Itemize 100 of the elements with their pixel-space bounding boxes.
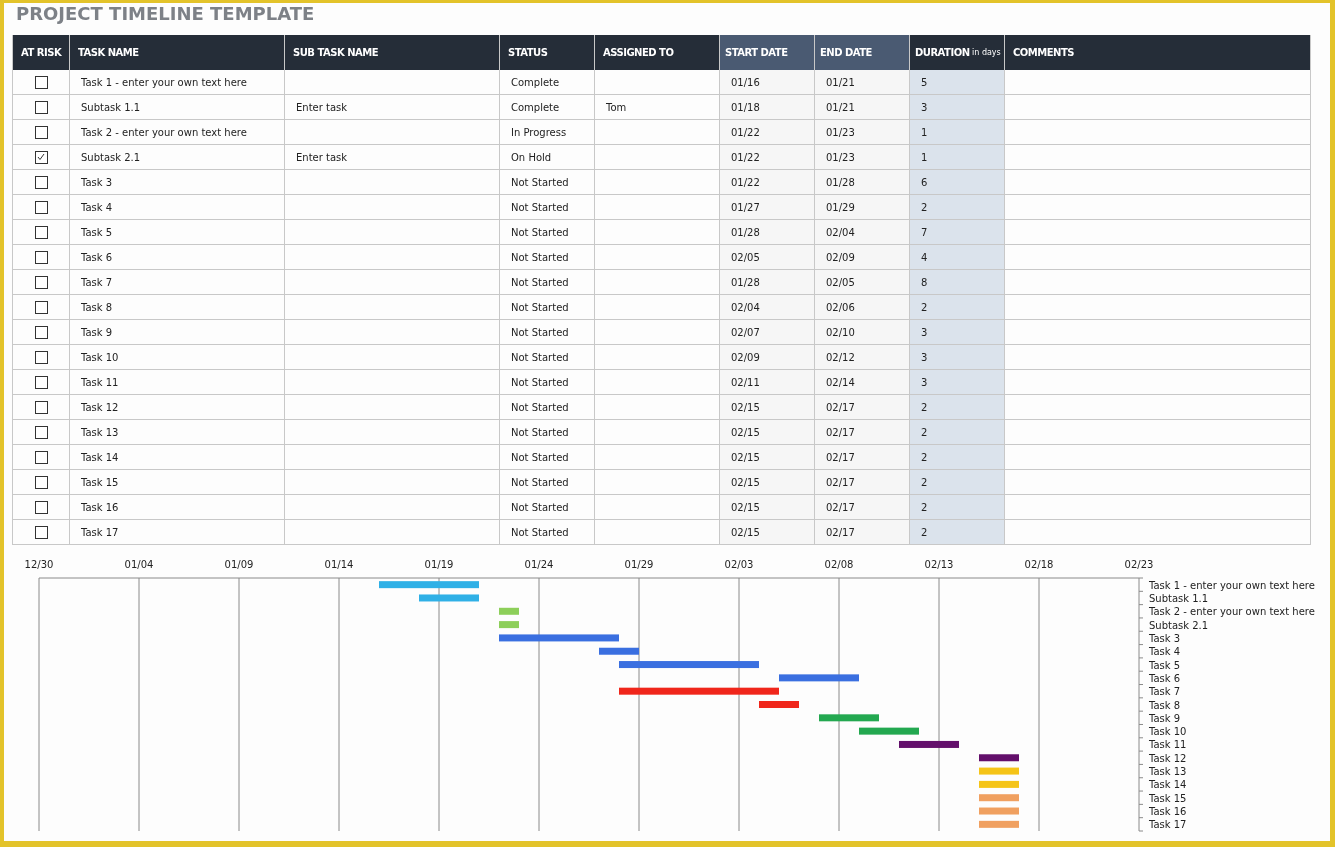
axis-label: 01/19 — [424, 559, 454, 570]
checkbox[interactable] — [34, 175, 48, 189]
table-cell: 02/12 — [815, 345, 910, 370]
checkbox[interactable] — [34, 225, 48, 239]
task-label: Task 6 — [1149, 672, 1181, 684]
table-cell: Task 8 — [70, 295, 285, 320]
table-cell: 2 — [910, 445, 1005, 470]
table-cell: Complete — [500, 70, 595, 95]
table-cell: 1 — [910, 145, 1005, 170]
table-cell: Task 5 — [70, 220, 285, 245]
table-cell: Enter task — [285, 145, 500, 170]
table-cell: 02/17 — [815, 445, 910, 470]
axis-label: 02/13 — [924, 559, 954, 570]
table-cell: 02/17 — [815, 395, 910, 420]
table-cell: 02/17 — [815, 420, 910, 445]
checkbox[interactable] — [34, 500, 48, 514]
table-cell: 02/15 — [720, 520, 815, 545]
table-cell: 02/04 — [815, 220, 910, 245]
table-cell: Task 10 — [70, 345, 285, 370]
task-label: Task 7 — [1149, 686, 1181, 698]
table-cell: 01/23 — [815, 145, 910, 170]
table-cell: 4 — [910, 245, 1005, 270]
table-cell: 2 — [910, 395, 1005, 420]
column-header: START DATE — [720, 35, 815, 70]
table-cell: Not Started — [500, 520, 595, 545]
table-cell: 2 — [910, 295, 1005, 320]
table-cell: 01/22 — [720, 120, 815, 145]
table-cell: 2 — [910, 420, 1005, 445]
column-header: STATUS — [500, 35, 595, 70]
task-label: Task 16 — [1149, 806, 1187, 818]
table-cell: 01/23 — [815, 120, 910, 145]
checkbox[interactable] — [34, 150, 48, 164]
task-label: Task 11 — [1149, 739, 1187, 751]
table-cell: 2 — [910, 195, 1005, 220]
task-label: Subtask 2.1 — [1149, 619, 1209, 631]
table-cell: Not Started — [500, 370, 595, 395]
table-cell: Not Started — [500, 420, 595, 445]
table-cell: Not Started — [500, 295, 595, 320]
table-cell: 8 — [910, 270, 1005, 295]
table-cell: 02/11 — [720, 370, 815, 395]
task-label: Task 10 — [1149, 726, 1187, 738]
table-cell: Task 12 — [70, 395, 285, 420]
table-cell: Not Started — [500, 170, 595, 195]
table-cell: 01/22 — [720, 170, 815, 195]
checkbox[interactable] — [34, 425, 48, 439]
checkbox[interactable] — [34, 300, 48, 314]
task-label: Task 4 — [1149, 646, 1181, 658]
table-cell: 01/21 — [815, 95, 910, 120]
table-cell: 02/05 — [720, 245, 815, 270]
checkbox[interactable] — [34, 325, 48, 339]
table-cell: 7 — [910, 220, 1005, 245]
checkbox[interactable] — [34, 100, 48, 114]
table-cell: 01/18 — [720, 95, 815, 120]
checkbox[interactable] — [34, 450, 48, 464]
axis-label: 01/24 — [524, 559, 554, 570]
page-title: PROJECT TIMELINE TEMPLATE — [15, 3, 315, 26]
table-cell: 02/15 — [720, 470, 815, 495]
table-cell: Task 15 — [70, 470, 285, 495]
table-cell: 01/21 — [815, 70, 910, 95]
table-cell: 01/22 — [720, 145, 815, 170]
table-cell: 01/28 — [815, 170, 910, 195]
table-cell: Task 7 — [70, 270, 285, 295]
checkbox[interactable] — [34, 525, 48, 539]
table-cell: In Progress — [500, 120, 595, 145]
table-cell: 1 — [910, 120, 1005, 145]
table-cell: 02/15 — [720, 495, 815, 520]
table-cell: 02/10 — [815, 320, 910, 345]
table-cell: 02/07 — [720, 320, 815, 345]
table-cell: 02/15 — [720, 395, 815, 420]
table-cell: 6 — [910, 170, 1005, 195]
table-cell: Tom — [595, 95, 720, 120]
table-cell: Not Started — [500, 320, 595, 345]
task-label: Subtask 1.1 — [1149, 592, 1209, 604]
checkbox[interactable] — [34, 75, 48, 89]
table-cell: 02/14 — [815, 370, 910, 395]
checkbox[interactable] — [34, 375, 48, 389]
table-cell: Not Started — [500, 245, 595, 270]
checkbox[interactable] — [34, 275, 48, 289]
table-cell: 02/09 — [720, 345, 815, 370]
table-cell: 01/27 — [720, 195, 815, 220]
table-cell: Not Started — [500, 270, 595, 295]
checkbox[interactable] — [34, 125, 48, 139]
checkbox[interactable] — [34, 200, 48, 214]
checkbox[interactable] — [34, 350, 48, 364]
table-cell: Complete — [500, 95, 595, 120]
checkbox[interactable] — [34, 475, 48, 489]
table-cell: Task 11 — [70, 370, 285, 395]
column-header: END DATE — [815, 35, 910, 70]
axis-label: 02/23 — [1124, 559, 1154, 570]
checkbox[interactable] — [34, 250, 48, 264]
table-cell: 5 — [910, 70, 1005, 95]
table-cell: 01/28 — [720, 220, 815, 245]
task-label: Task 1 - enter your own text here — [1149, 579, 1315, 591]
task-label: Task 13 — [1149, 766, 1187, 778]
table-cell: 3 — [910, 95, 1005, 120]
check-icon — [37, 153, 45, 161]
checkbox[interactable] — [34, 400, 48, 414]
table-cell: 01/16 — [720, 70, 815, 95]
table-cell: 3 — [910, 370, 1005, 395]
table-cell: 02/17 — [815, 495, 910, 520]
